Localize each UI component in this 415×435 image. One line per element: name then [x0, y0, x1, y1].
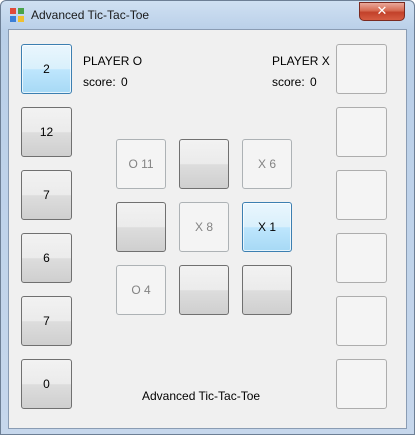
right-slot-button[interactable] [336, 107, 387, 157]
board-cell[interactable]: X 8 [179, 202, 229, 252]
board-cell[interactable]: X 6 [242, 139, 292, 189]
player-x-name: PLAYER X [272, 54, 330, 68]
right-slot-button[interactable] [336, 296, 387, 346]
board-cell[interactable]: O 4 [116, 265, 166, 315]
title-bar[interactable]: Advanced Tic-Tac-Toe ✕ [1, 1, 414, 28]
left-slot-button[interactable]: 7 [21, 296, 72, 346]
board-cell[interactable] [179, 139, 229, 189]
board-cell[interactable]: X 1 [242, 202, 292, 252]
left-slot-button[interactable]: 2 [21, 44, 72, 94]
app-icon [10, 8, 24, 22]
left-slot-button[interactable]: 6 [21, 233, 72, 283]
window-title: Advanced Tic-Tac-Toe [31, 8, 150, 22]
left-slot-button[interactable]: 7 [21, 170, 72, 220]
player-o-name: PLAYER O [83, 54, 143, 68]
left-slot-button[interactable]: 12 [21, 107, 72, 157]
board-cell[interactable] [242, 265, 292, 315]
board-cell[interactable] [116, 202, 166, 252]
app-window: Advanced Tic-Tac-Toe ✕ 2 12 7 6 7 0 PLAY… [0, 0, 415, 435]
close-button[interactable]: ✕ [359, 2, 405, 21]
right-slot-button[interactable] [336, 359, 387, 409]
player-o-score-label: score: [83, 75, 116, 89]
client-area: 2 12 7 6 7 0 PLAYER O score: 0 PLAYER X … [8, 29, 407, 429]
board-cell[interactable] [179, 265, 229, 315]
player-o-score: 0 [121, 75, 128, 89]
player-x-score: 0 [310, 75, 317, 89]
right-slot-button[interactable] [336, 44, 387, 94]
right-slot-button[interactable] [336, 233, 387, 283]
right-slot-button[interactable] [336, 170, 387, 220]
board-cell[interactable]: O 11 [116, 139, 166, 189]
player-x-score-label: score: [272, 75, 305, 89]
left-slot-button[interactable]: 0 [21, 359, 72, 409]
footer-title: Advanced Tic-Tac-Toe [142, 389, 261, 403]
